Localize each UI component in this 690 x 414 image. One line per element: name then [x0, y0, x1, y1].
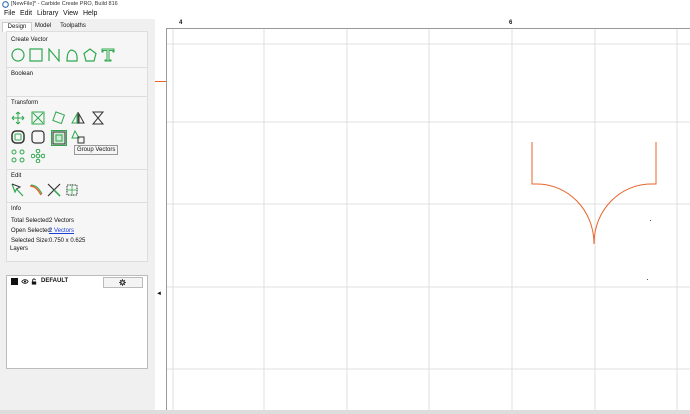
- layers-title: Layers: [10, 246, 29, 252]
- curve-icon[interactable]: [65, 48, 79, 62]
- group-vectors-tooltip: Group Vectors: [74, 145, 119, 155]
- top-ruler: 4 6: [155, 19, 690, 29]
- open-selected-label: Open Selected:: [11, 228, 53, 234]
- total-selected-value: 2 Vectors: [49, 218, 75, 224]
- edit-title: Edit: [11, 173, 22, 179]
- transform-title: Transform: [11, 100, 39, 106]
- selected-size-row: Selected Size: 0.750 x 0.625: [11, 238, 85, 244]
- mirror-icon[interactable]: [71, 111, 85, 125]
- design-canvas[interactable]: 4 6 ◄: [155, 19, 690, 414]
- boolean-section: Boolean: [6, 67, 148, 99]
- menu-view[interactable]: View: [63, 10, 78, 17]
- carbide-app-icon: [2, 1, 9, 8]
- window-title: [NewFile]* - Carbide Create PRO, Build 8…: [11, 1, 118, 7]
- fillet-icon[interactable]: [31, 130, 45, 144]
- ruler-arrow-icon: ◄: [156, 291, 162, 297]
- circular-array-icon[interactable]: [31, 149, 45, 163]
- open-selected-link[interactable]: 2 Vectors: [49, 228, 74, 234]
- menu-file[interactable]: File: [4, 10, 15, 17]
- layers-list: DEFAULT: [6, 275, 148, 369]
- selected-vectors[interactable]: [531, 142, 657, 245]
- eye-icon[interactable]: [21, 278, 29, 285]
- circle-icon[interactable]: [11, 48, 25, 62]
- offset-icon[interactable]: [11, 130, 25, 144]
- polyline-icon[interactable]: [47, 48, 61, 62]
- rectangle-icon[interactable]: [29, 48, 43, 62]
- polygon-icon[interactable]: [83, 48, 97, 62]
- ruler-label-6: 6: [509, 20, 513, 26]
- create-vector-title: Create Vector: [11, 37, 48, 43]
- trim-icon[interactable]: [47, 183, 61, 197]
- open-selected-row: Open Selected: 2 Vectors: [11, 228, 74, 234]
- ruler-position-marker: [155, 81, 166, 82]
- group-icon[interactable]: [51, 130, 67, 146]
- move-icon[interactable]: [11, 111, 25, 125]
- left-ruler: ◄: [155, 28, 167, 414]
- menu-edit[interactable]: Edit: [20, 10, 32, 17]
- node-edit-icon[interactable]: [11, 183, 25, 197]
- design-panel: Design Model Toolpaths Create Vector Boo…: [0, 19, 153, 414]
- total-selected-row: Total Selected: 2 Vectors: [11, 218, 74, 224]
- text-icon[interactable]: [101, 48, 115, 62]
- selected-size-label: Selected Size:: [11, 238, 50, 244]
- menu-library[interactable]: Library: [37, 10, 58, 17]
- lock-icon[interactable]: [31, 278, 37, 285]
- layer-name[interactable]: DEFAULT: [41, 278, 68, 284]
- gear-icon: [119, 279, 126, 286]
- layer-settings-button[interactable]: [103, 277, 143, 288]
- menu-bar: File Edit Library View Help: [0, 9, 690, 19]
- tab-model[interactable]: Model: [32, 22, 54, 31]
- join-icon[interactable]: [65, 183, 79, 197]
- tab-toolpaths[interactable]: Toolpaths: [58, 22, 88, 31]
- ungroup-icon[interactable]: [71, 130, 85, 144]
- grid-area: [167, 29, 690, 414]
- horizontal-scrollbar[interactable]: [0, 410, 690, 414]
- layer-color-swatch[interactable]: [11, 278, 18, 285]
- info-section: Info Total Selected: 2 Vectors Open Sele…: [6, 202, 148, 262]
- info-title: Info: [11, 206, 22, 212]
- array-icon[interactable]: [11, 149, 25, 163]
- boolean-title: Boolean: [11, 71, 34, 77]
- canvas-dot: [647, 279, 648, 280]
- knife-icon[interactable]: [29, 183, 43, 197]
- rotate-icon[interactable]: [51, 111, 65, 125]
- total-selected-label: Total Selected:: [11, 218, 51, 224]
- menu-help[interactable]: Help: [83, 10, 97, 17]
- align-icon[interactable]: [91, 111, 105, 125]
- ruler-label-4: 4: [179, 20, 183, 26]
- scale-icon[interactable]: [31, 111, 45, 125]
- selected-size-value: 0.750 x 0.625: [49, 238, 86, 244]
- title-bar: [NewFile]* - Carbide Create PRO, Build 8…: [0, 0, 690, 9]
- canvas-dot: [650, 220, 651, 221]
